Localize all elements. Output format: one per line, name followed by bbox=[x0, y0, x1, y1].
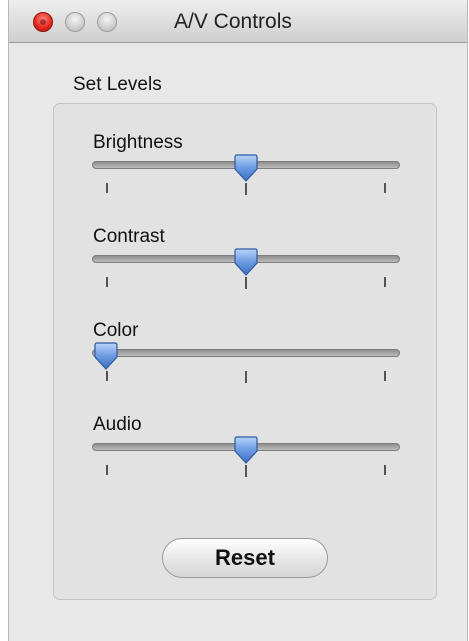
set-levels-label: Set Levels bbox=[73, 74, 162, 95]
av-controls-window: A/V Controls Set Levels Brightness Contra… bbox=[8, 0, 468, 641]
audio-slider-thumb[interactable] bbox=[234, 436, 258, 464]
brightness-slider[interactable]: Brightness bbox=[54, 132, 438, 222]
title-bar[interactable]: A/V Controls bbox=[9, 0, 467, 43]
color-tick-mark bbox=[245, 371, 247, 383]
close-window-button[interactable] bbox=[33, 12, 53, 32]
contrast-slider[interactable]: Contrast bbox=[54, 226, 438, 316]
color-slider[interactable]: Color bbox=[54, 320, 438, 410]
set-levels-panel: Brightness Contrast Color Audio Reset bbox=[53, 103, 437, 600]
brightness-label: Brightness bbox=[93, 132, 183, 153]
audio-slider[interactable]: Audio bbox=[54, 414, 438, 504]
minimize-window-button[interactable] bbox=[65, 12, 85, 32]
reset-button[interactable]: Reset bbox=[162, 538, 328, 578]
audio-label: Audio bbox=[93, 414, 142, 435]
contrast-label: Contrast bbox=[93, 226, 165, 247]
audio-tick-mark bbox=[245, 465, 247, 477]
contrast-slider-thumb[interactable] bbox=[234, 248, 258, 276]
zoom-window-button[interactable] bbox=[97, 12, 117, 32]
window-title: A/V Controls bbox=[174, 10, 292, 33]
color-label: Color bbox=[93, 320, 139, 341]
audio-tick-mark bbox=[383, 465, 386, 475]
color-slider-thumb[interactable] bbox=[94, 342, 118, 370]
audio-tick-mark bbox=[106, 465, 109, 475]
contrast-tick-mark bbox=[106, 277, 109, 287]
contrast-tick-mark bbox=[245, 277, 247, 289]
contrast-tick-mark bbox=[383, 277, 386, 287]
color-slider-track[interactable] bbox=[92, 349, 400, 357]
brightness-tick-mark bbox=[245, 183, 247, 195]
brightness-tick-mark bbox=[106, 183, 109, 193]
brightness-slider-thumb[interactable] bbox=[234, 154, 258, 182]
color-tick-mark bbox=[383, 371, 386, 381]
color-tick-mark bbox=[106, 371, 109, 381]
brightness-tick-mark bbox=[383, 183, 386, 193]
